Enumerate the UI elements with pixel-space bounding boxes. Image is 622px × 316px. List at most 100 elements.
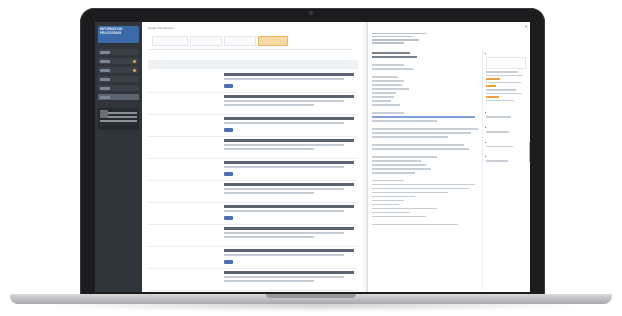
- document-text-line: [372, 84, 403, 86]
- close-icon[interactable]: ✕: [525, 24, 528, 29]
- row-badge: [224, 128, 233, 132]
- detail-panel: ✕ ▸ ▸ ▸ ▸ ▸: [367, 22, 530, 292]
- document-text-line: [372, 64, 405, 66]
- row-title[interactable]: [224, 161, 354, 164]
- document-text-line: [372, 203, 399, 206]
- document-text-line: [372, 136, 448, 138]
- row-title[interactable]: [224, 95, 354, 98]
- table-row[interactable]: [148, 158, 358, 181]
- sidebar-item-5[interactable]: [98, 85, 139, 91]
- app-logo[interactable]: INFORMATION PROCESSING: [98, 26, 139, 43]
- document-text-line: [372, 148, 470, 150]
- toolbar-button-3[interactable]: [224, 36, 256, 46]
- row-snippet: [224, 122, 344, 124]
- row-snippet: [224, 78, 344, 80]
- table-row[interactable]: [148, 202, 358, 225]
- document-text-line: [372, 68, 414, 70]
- table-row[interactable]: [148, 114, 358, 137]
- row-badge: [224, 260, 233, 264]
- table-row[interactable]: [148, 268, 358, 291]
- count-badge: [133, 59, 136, 63]
- sidebar-item-2[interactable]: [98, 58, 139, 64]
- annotation-sidebar: ▸ ▸ ▸ ▸ ▸: [482, 50, 529, 290]
- table-row[interactable]: [148, 92, 358, 115]
- row-title[interactable]: [224, 117, 354, 120]
- document-text-line: [372, 171, 416, 174]
- document-text-line: [372, 183, 475, 186]
- annotation-line: [486, 74, 523, 77]
- annotation-line: [486, 160, 509, 162]
- table-row[interactable]: [148, 224, 358, 247]
- row-title[interactable]: [224, 73, 354, 76]
- document-text-line: [372, 191, 448, 194]
- toolbar: [148, 33, 353, 50]
- sidebar-item-label: [100, 77, 110, 81]
- row-title[interactable]: [224, 249, 354, 252]
- table-row[interactable]: [148, 70, 358, 93]
- sidebar-item-3[interactable]: [98, 67, 139, 73]
- document-text-line: [372, 120, 437, 122]
- row-snippet: [224, 254, 344, 256]
- highlight-marker: [486, 78, 500, 80]
- row-title[interactable]: [224, 183, 354, 186]
- sidebar-item-label: [100, 95, 110, 99]
- sidebar-item-active[interactable]: [98, 94, 139, 100]
- row-snippet: [224, 100, 344, 102]
- table-header: [148, 60, 358, 69]
- panel-resize-handle[interactable]: [529, 142, 530, 162]
- document-text-line: [372, 195, 416, 198]
- toolbar-button-highlighted[interactable]: [258, 36, 288, 46]
- table-row[interactable]: [148, 136, 358, 159]
- toolbar-button-1[interactable]: [152, 36, 188, 46]
- document-text-line: [372, 52, 410, 54]
- annotation-line: [486, 130, 509, 133]
- laptop-notch: [266, 294, 356, 298]
- document-text-line: [372, 155, 437, 158]
- sidebar-item-1[interactable]: [98, 49, 139, 55]
- annotation-heading: ▸: [485, 52, 487, 55]
- table-row[interactable]: [148, 180, 358, 203]
- annotation-input[interactable]: [486, 57, 526, 69]
- toolbar-button-2[interactable]: [190, 36, 222, 46]
- count-badge: [133, 68, 136, 72]
- annotation-heading: ▸: [485, 111, 487, 115]
- annotation-line: [486, 81, 521, 84]
- document-text-line: [372, 76, 398, 78]
- row-snippet: [224, 236, 314, 238]
- annotation-heading: ▸: [485, 140, 487, 144]
- table-row[interactable]: [148, 246, 358, 269]
- camera-icon: [309, 11, 313, 15]
- row-snippet: [224, 210, 344, 212]
- row-title[interactable]: [224, 271, 354, 274]
- sidebar-promo-card[interactable]: [98, 108, 139, 130]
- row-title[interactable]: [224, 139, 354, 142]
- document-text-line: [372, 104, 401, 106]
- document-text-line: [372, 112, 405, 114]
- breadcrumb[interactable]: Home / Documents: [148, 26, 174, 30]
- highlight-marker: [486, 96, 499, 98]
- screen: INFORMATIONPROCESSING Home / Documents: [95, 22, 530, 292]
- document-text-line: [372, 128, 478, 130]
- panel-metadata: [372, 31, 462, 45]
- document-text-line: [372, 167, 432, 170]
- document-text-line: [372, 223, 459, 226]
- document-text-line: [372, 56, 418, 58]
- annotation-line: [486, 116, 512, 118]
- laptop-screen-bezel: INFORMATIONPROCESSING Home / Documents: [80, 8, 545, 296]
- card-text-line: [100, 120, 137, 122]
- row-snippet: [224, 232, 344, 234]
- row-snippet: [224, 188, 344, 190]
- row-snippet: [224, 148, 314, 150]
- row-title[interactable]: [224, 227, 354, 230]
- meta-line: [372, 32, 426, 35]
- meta-line: [372, 38, 419, 41]
- document-text-line: [372, 199, 405, 202]
- meta-line: [372, 42, 404, 44]
- row-title[interactable]: [224, 205, 354, 208]
- document-body: [372, 50, 480, 290]
- document-text-line: [372, 211, 410, 214]
- annotation-line: [486, 71, 519, 73]
- sidebar-item-4[interactable]: [98, 76, 139, 82]
- document-text-line: [372, 80, 405, 82]
- row-badge: [224, 216, 233, 220]
